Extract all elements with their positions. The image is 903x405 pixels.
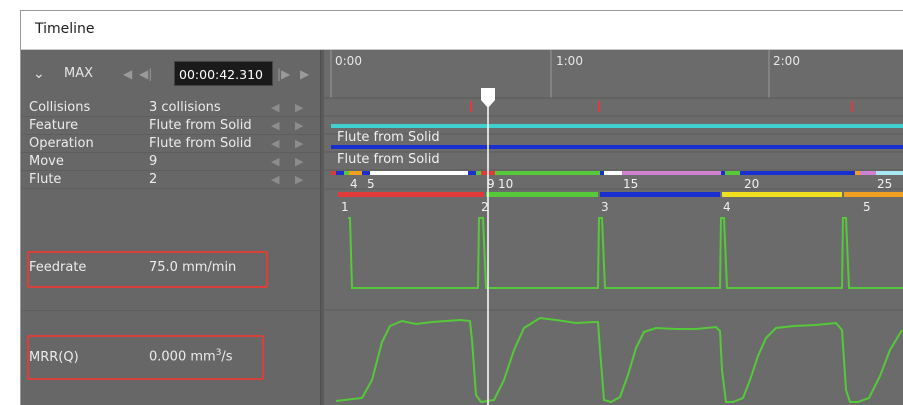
flute-number: 3: [601, 200, 609, 214]
track-value: 2: [149, 172, 158, 187]
ruler-tick-label: 2:00: [773, 54, 800, 68]
feature-bar-label: Flute from Solid: [337, 130, 440, 145]
move-number: 10: [498, 177, 514, 191]
ruler-tick-label: 1:00: [556, 54, 583, 68]
chart-label: Feedrate: [29, 260, 87, 275]
track-row-flute[interactable]: Flute 2 ◀ ▶: [21, 171, 320, 189]
track-label: Collisions: [29, 100, 91, 115]
ruler-tick-label: 0:00: [335, 54, 362, 68]
track-row-operation[interactable]: Operation Flute from Solid ◀ ▶: [21, 135, 320, 153]
timeline-canvas[interactable]: 0:00 1:00 2:00 Flute from Solid Flute fr…: [324, 50, 903, 405]
window-title: Timeline: [35, 21, 95, 37]
move-number: 15: [623, 177, 639, 191]
zoom-level-label[interactable]: MAX: [64, 66, 93, 81]
track-value: 3 collisions: [149, 100, 221, 115]
collision-marker: [470, 101, 472, 112]
jump-end-icon[interactable]: ▶: [300, 67, 309, 81]
track-value: Flute from Solid: [149, 118, 252, 133]
feature-bar: [331, 124, 903, 128]
track-step-icons[interactable]: ◀ ▶: [271, 153, 309, 170]
chart-value: 0.000 mm3/s: [149, 348, 233, 365]
flute-number: 4: [723, 200, 731, 214]
chart-value: 75.0 mm/min: [149, 260, 237, 275]
flute-bar: [338, 192, 903, 197]
jump-start-icon[interactable]: ◀: [123, 67, 132, 81]
track-step-icons[interactable]: ◀ ▶: [271, 117, 309, 134]
operation-bar-label: Flute from Solid: [337, 152, 440, 167]
track-value: Flute from Solid: [149, 136, 252, 151]
move-number: 5: [367, 177, 375, 191]
step-back-icon[interactable]: ◀|: [139, 67, 152, 81]
track-label: Move: [29, 154, 64, 169]
time-input[interactable]: 00:00:42.310: [174, 61, 273, 86]
mrr-line: [335, 316, 903, 404]
chart-label: MRR(Q): [29, 350, 79, 365]
playhead-handle: [481, 88, 495, 108]
flute-number: 5: [863, 200, 871, 214]
title-bar: Timeline: [21, 11, 903, 50]
track-step-icons[interactable]: ◀ ▶: [271, 99, 309, 116]
flute-number: 1: [341, 200, 349, 214]
feedrate-line: [348, 217, 903, 289]
timeline-window: Timeline ⌄ MAX ◀ ◀| 00:00:42.310 |▶ ▶ Co…: [20, 10, 903, 405]
track-label: Operation: [29, 136, 94, 151]
track-step-icons[interactable]: ◀ ▶: [271, 135, 309, 152]
move-number: 4: [350, 177, 358, 191]
timeline-graphics: [324, 50, 903, 405]
track-row-collisions[interactable]: Collisions 3 collisions ◀ ▶: [21, 99, 320, 117]
track-row-move[interactable]: Move 9 ◀ ▶: [21, 153, 320, 171]
flute-number: 2: [481, 200, 489, 214]
move-number: 25: [877, 177, 893, 191]
move-bar: [331, 171, 903, 175]
track-step-icons[interactable]: ◀ ▶: [271, 171, 309, 188]
step-forward-icon[interactable]: |▶: [277, 67, 290, 81]
operation-bar: [331, 145, 903, 149]
move-number: 20: [744, 177, 760, 191]
collision-marker: [851, 101, 853, 112]
move-number: 9: [487, 177, 495, 191]
chart-header-feedrate[interactable]: Feedrate 75.0 mm/min: [21, 190, 320, 311]
track-header-panel: ⌄ MAX ◀ ◀| 00:00:42.310 |▶ ▶ Collisions …: [21, 50, 320, 405]
collapse-chevron-icon[interactable]: ⌄: [33, 66, 45, 82]
track-row-feature[interactable]: Feature Flute from Solid ◀ ▶: [21, 117, 320, 135]
collision-marker: [598, 101, 600, 112]
track-label: Flute: [29, 172, 62, 187]
track-label: Feature: [29, 118, 79, 133]
track-value: 9: [149, 154, 158, 169]
chart-header-mrr[interactable]: MRR(Q) 0.000 mm3/s: [21, 311, 320, 405]
